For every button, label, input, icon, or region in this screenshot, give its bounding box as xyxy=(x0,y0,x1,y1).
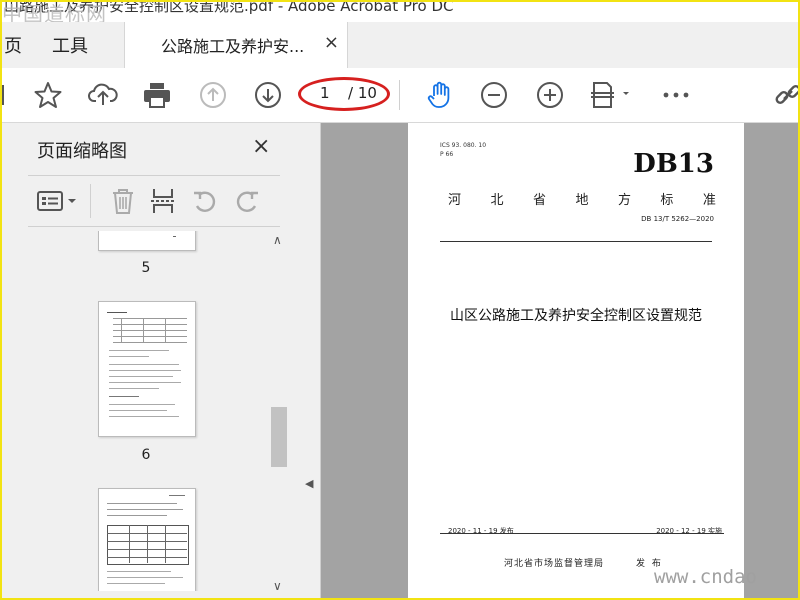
doc-standard-number: DB 13/T 5262—2020 xyxy=(641,215,714,223)
zoom-out-icon[interactable] xyxy=(478,79,510,111)
document-view[interactable]: ICS 93. 080. 10 P 66 DB13 河 北 省 地 方 标 准 … xyxy=(321,123,800,600)
fit-page-icon[interactable] xyxy=(588,79,636,111)
arrow-up-icon[interactable] xyxy=(197,79,229,111)
tab-tools[interactable]: 工具 xyxy=(52,32,88,58)
doc-standard-char: 地 xyxy=(575,193,589,208)
toolbar-partial-left xyxy=(0,79,20,111)
thumbnail-page-7[interactable] xyxy=(98,488,196,591)
close-panel-icon[interactable]: × xyxy=(252,134,270,159)
thumbnail-label-5: 5 xyxy=(141,260,151,276)
tab-bar: 页 工具 公路施工及养护安... × xyxy=(0,22,800,69)
doc-standard-char: 方 xyxy=(617,193,631,208)
watermark-bottom: www.cndao xyxy=(654,566,757,588)
thumbnail-page-5[interactable] xyxy=(98,231,196,251)
scroll-up-icon[interactable]: ∧ xyxy=(273,233,282,247)
doc-standard-char: 北 xyxy=(490,193,504,208)
upload-icon[interactable] xyxy=(87,79,119,111)
thumbnail-scrollbar[interactable]: ∧ ∨ xyxy=(270,231,288,593)
rotate-left-icon[interactable] xyxy=(190,186,220,216)
doc-issue-date: 2020 - 11 - 19 发布 xyxy=(448,527,514,535)
doc-impl-date: 2020 - 12 - 19 实施 xyxy=(656,527,722,535)
doc-standard-char: 准 xyxy=(702,193,716,208)
doc-p-code: P 66 xyxy=(440,151,454,158)
doc-standard-type: 河 北 省 地 方 标 准 xyxy=(448,189,716,208)
page-number-box[interactable]: 1 / 10 xyxy=(298,77,390,111)
panel-toolbar-separator xyxy=(90,184,91,218)
collapse-panel-icon[interactable]: ◀ xyxy=(305,477,313,490)
doc-publisher: 河北省市场监督管理局 xyxy=(504,559,605,569)
rotate-right-icon[interactable] xyxy=(232,186,262,216)
panel-title: 页面缩略图 xyxy=(37,141,127,162)
scroll-down-icon[interactable]: ∨ xyxy=(273,579,282,593)
toolbar: 1 / 10 xyxy=(0,68,800,123)
doc-standard-code: DB13 xyxy=(633,149,714,179)
thumbnails-panel: 页面缩略图 × 5 6 ∧ ∨ ◀ xyxy=(0,123,321,600)
more-icon[interactable] xyxy=(660,79,692,111)
red-highlight-oval xyxy=(298,77,390,111)
panel-toolbar xyxy=(28,175,280,227)
tab-document[interactable]: 公路施工及养护安... × xyxy=(124,22,348,68)
doc-ics: ICS 93. 080. 10 P 66 xyxy=(440,141,486,159)
doc-rule-bottom xyxy=(440,533,724,534)
link-icon[interactable] xyxy=(772,79,800,111)
hand-icon[interactable] xyxy=(424,79,456,111)
pdf-page: ICS 93. 080. 10 P 66 DB13 河 北 省 地 方 标 准 … xyxy=(408,123,744,600)
star-icon[interactable] xyxy=(32,79,64,111)
thumbnail-list: 5 6 xyxy=(28,231,268,591)
arrow-down-icon[interactable] xyxy=(252,79,284,111)
doc-ics-code: ICS 93. 080. 10 xyxy=(440,142,487,149)
thumbnail-label-6: 6 xyxy=(141,447,151,463)
title-bar: 山路施工及养护安全控制区设置规范.pdf - Adobe Acrobat Pro… xyxy=(0,0,800,22)
doc-standard-char: 标 xyxy=(660,193,674,208)
split-page-icon[interactable] xyxy=(148,186,178,216)
tab-home[interactable]: 页 xyxy=(4,32,22,58)
doc-standard-char: 省 xyxy=(532,193,546,208)
doc-title: 山区公路施工及养护安全控制区设置规范 xyxy=(450,308,702,324)
close-tab-icon[interactable]: × xyxy=(324,32,339,53)
doc-standard-char: 河 xyxy=(448,193,462,208)
thumbnail-page-6[interactable] xyxy=(98,301,196,437)
scrollbar-thumb[interactable] xyxy=(271,407,287,467)
toolbar-separator xyxy=(399,80,400,110)
print-icon[interactable] xyxy=(141,79,173,111)
thumbnail-options-icon[interactable] xyxy=(36,186,82,216)
doc-rule-top xyxy=(440,241,712,242)
watermark-top: 中国道标网 xyxy=(2,2,107,22)
tab-document-label: 公路施工及养护安... xyxy=(161,37,305,56)
delete-icon[interactable] xyxy=(108,186,138,216)
zoom-in-icon[interactable] xyxy=(534,79,566,111)
